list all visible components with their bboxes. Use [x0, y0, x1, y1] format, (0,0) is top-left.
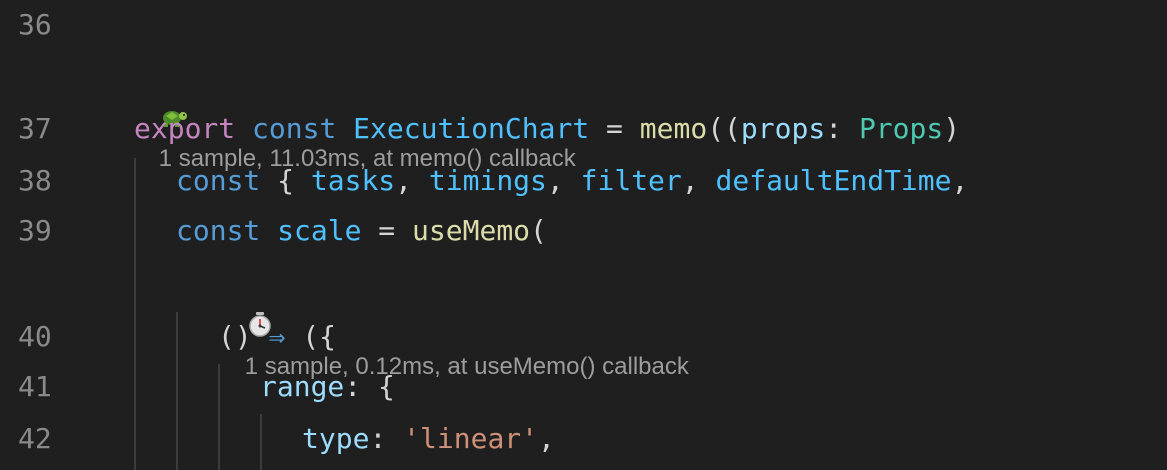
type-props: Props — [858, 112, 944, 145]
code-line-36[interactable]: 36 — [0, 0, 1167, 50]
identifier-filter: filter — [580, 164, 682, 197]
line-content: type: 'linear', — [302, 422, 555, 455]
line-number: 36 — [18, 8, 52, 41]
code-line-37[interactable]: 37 export const ExecutionChart = memo((p… — [0, 104, 1167, 154]
keyword-const: const — [176, 164, 261, 197]
identifier-timings: timings — [428, 164, 547, 197]
function-memo: memo — [639, 112, 708, 145]
code-line-42[interactable]: 42 type: 'linear', — [0, 414, 1167, 464]
line-number: 40 — [18, 320, 52, 353]
line-number: 41 — [18, 370, 52, 403]
function-use-memo: useMemo — [412, 214, 531, 247]
keyword-export: export — [134, 112, 236, 145]
line-content: export const ExecutionChart = memo((prop… — [134, 112, 961, 145]
property-type: type — [302, 422, 370, 455]
line-number: 38 — [18, 164, 52, 197]
perf-hint-memo[interactable]: 1 sample, 11.03ms, at memo() callback — [132, 59, 576, 172]
line-content: const { tasks, timings, filter, defaultE… — [176, 164, 969, 197]
line-content: () ⇒ ({ — [218, 320, 337, 353]
keyword-const: const — [252, 112, 337, 145]
code-editor[interactable]: 36 1 sample, 11.03ms, at memo() callback… — [0, 0, 1167, 470]
arrow-operator: ⇒ — [268, 320, 286, 353]
line-number: 42 — [18, 422, 52, 455]
line-content: range: { — [260, 370, 395, 403]
identifier-default-end-time: defaultEndTime — [715, 164, 952, 197]
param-props: props — [740, 112, 826, 145]
code-line-41[interactable]: 41 range: { — [0, 362, 1167, 412]
code-line-40[interactable]: 40 () ⇒ ({ — [0, 312, 1167, 362]
line-number: 39 — [18, 214, 52, 247]
perf-hint-use-memo[interactable]: 1 sample, 0.12ms, at useMemo() callback — [218, 267, 689, 380]
property-range: range — [260, 370, 345, 403]
identifier-execution-chart: ExecutionChart — [353, 112, 590, 145]
line-number: 37 — [18, 112, 52, 145]
identifier-scale: scale — [277, 214, 362, 247]
keyword-const: const — [176, 214, 261, 247]
identifier-tasks: tasks — [310, 164, 396, 197]
code-line-38[interactable]: 38 const { tasks, timings, filter, defau… — [0, 156, 1167, 206]
line-content: const scale = useMemo( — [176, 214, 547, 247]
code-line-39[interactable]: 39 const scale = useMemo( — [0, 206, 1167, 256]
string-linear: 'linear' — [403, 422, 539, 455]
